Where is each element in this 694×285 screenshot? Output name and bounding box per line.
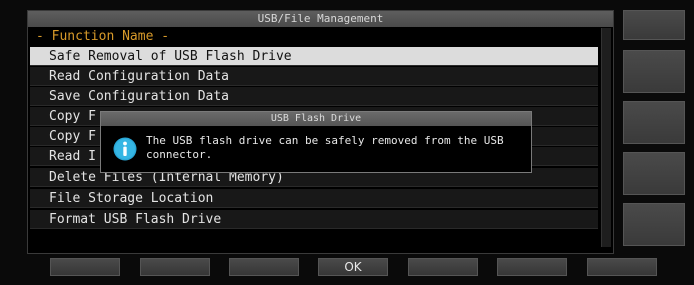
side-key-4[interactable] — [623, 152, 685, 195]
scrollbar[interactable] — [601, 28, 611, 247]
list-item-format-usb[interactable]: Format USB Flash Drive — [30, 210, 598, 229]
list-item-safe-removal[interactable]: Safe Removal of USB Flash Drive — [30, 47, 598, 66]
side-key-1[interactable] — [623, 10, 685, 40]
soft-key-7[interactable] — [587, 258, 657, 276]
soft-key-6[interactable] — [497, 258, 567, 276]
side-key-3[interactable] — [623, 101, 685, 144]
usb-flash-drive-dialog: USB Flash Drive The USB flash drive can … — [100, 111, 532, 173]
info-icon — [113, 137, 137, 161]
ok-button[interactable]: OK — [318, 258, 388, 276]
window-title: USB/File Management — [28, 11, 613, 27]
dialog-title: USB Flash Drive — [101, 112, 531, 126]
dialog-message-line-2: connector. — [146, 148, 213, 161]
list-item-read-config[interactable]: Read Configuration Data — [30, 67, 598, 86]
list-item-save-config[interactable]: Save Configuration Data — [30, 87, 598, 106]
side-key-5[interactable] — [623, 203, 685, 246]
list-item-file-storage[interactable]: File Storage Location — [30, 189, 598, 208]
soft-key-2[interactable] — [140, 258, 210, 276]
soft-key-5[interactable] — [408, 258, 478, 276]
function-name-header: - Function Name - — [36, 29, 170, 44]
soft-key-1[interactable] — [50, 258, 120, 276]
soft-key-3[interactable] — [229, 258, 299, 276]
dialog-message: The USB flash drive can be safely remove… — [146, 134, 526, 162]
side-key-2[interactable] — [623, 50, 685, 93]
dialog-message-line-1: The USB flash drive can be safely remove… — [146, 134, 504, 147]
